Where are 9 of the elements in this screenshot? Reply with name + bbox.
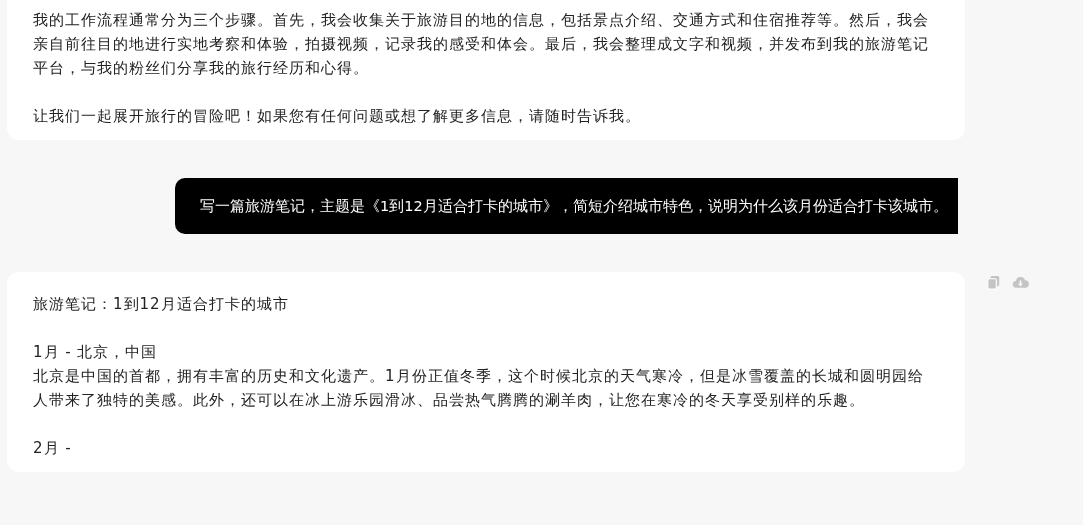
reply-text: 我的工作流程通常分为三个步骤。首先，我会收集关于旅游目的地的信息，包括景点介绍、交通方式和住宿推荐等。然后，我会亲自前往目的地进行实地考察和体验，拍摄视频，记录我的感受和体会。最后，我会整理成文字和视频，并发布到我的旅游笔记平台，与我的粉丝们分享我的旅行经历和心得。	[33, 10, 930, 79]
reply-text: 1月 - 北京，中国	[33, 342, 159, 363]
reply-text: 北京是中国的首都，拥有丰富的历史和文化遗产。1月份正值冬季，这个时候北京的天气寒冷，但是冰雪覆盖的长城和圆明园给人带来了独特的美感。此外，还可以在冰上游乐园滑冰、品尝热气腾腾的涮羊肉，让您在寒冷的冬天享受别样的乐趣。	[33, 366, 925, 411]
cloud-download-icon[interactable]	[1012, 274, 1029, 291]
reply-text: 让我们一起展开旅行的冒险吧！如果您有任何问题或想了解更多信息，请随时告诉我。	[33, 106, 642, 127]
reply-text: 旅游笔记：1到12月适合打卡的城市	[33, 294, 290, 315]
reply-text: 2月 -	[33, 438, 73, 459]
copy-icon[interactable]	[985, 274, 1002, 291]
user-message-bubble: 写一篇旅游笔记，主题是《1到12月适合打卡的城市》，简短介绍城市特色，说明为什么该月份适合打卡该城市。	[175, 178, 958, 234]
